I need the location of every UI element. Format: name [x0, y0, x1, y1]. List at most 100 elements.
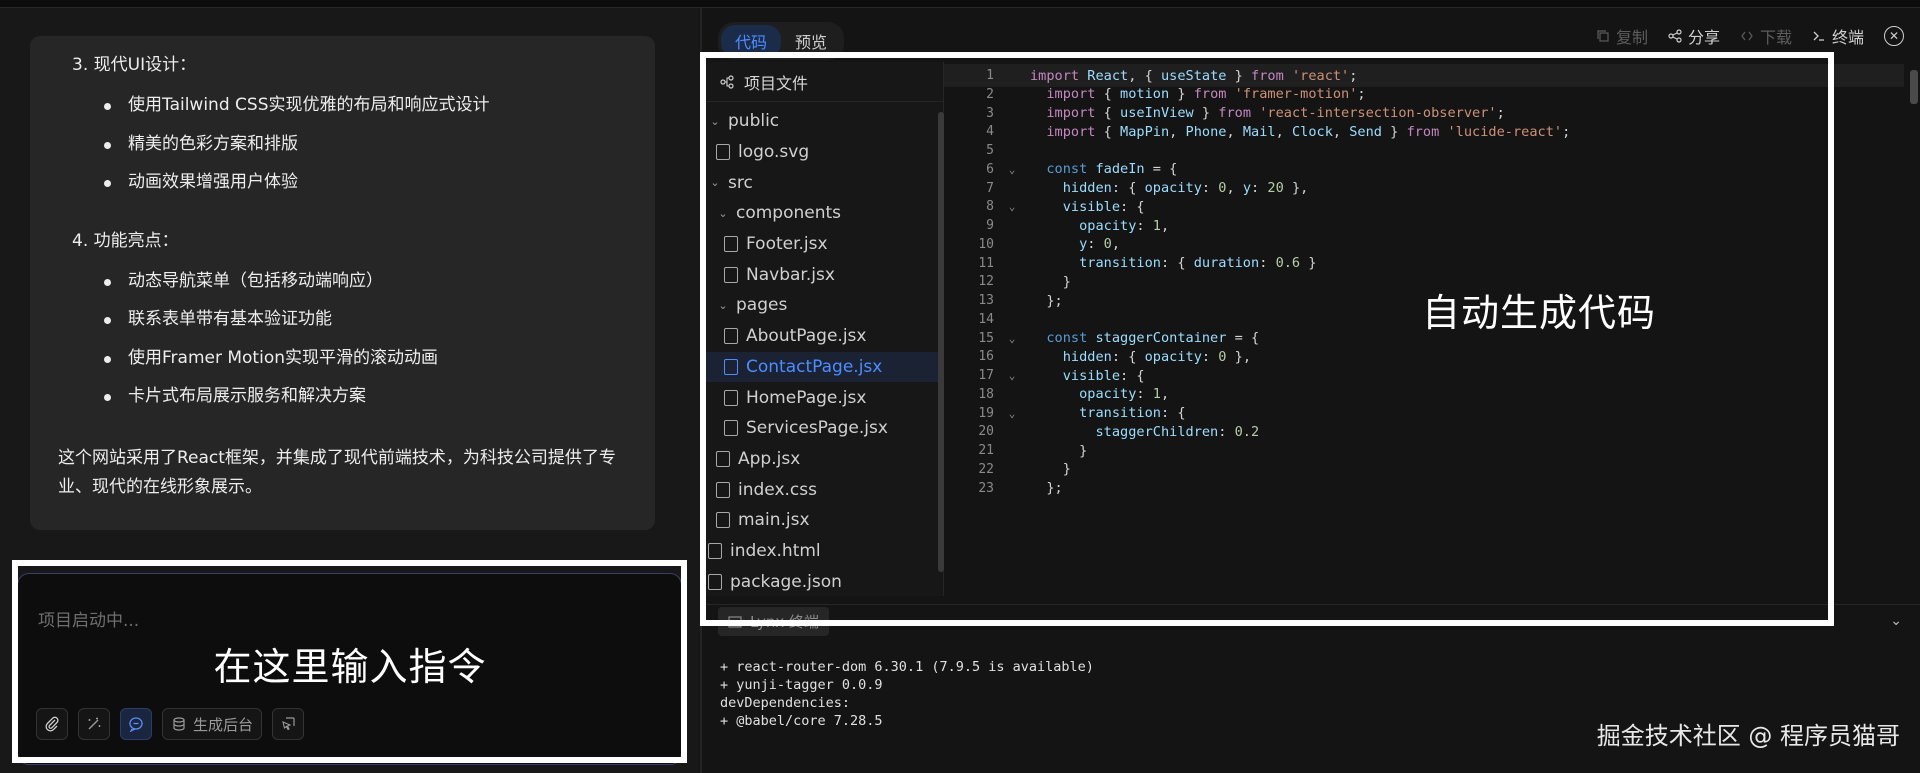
line-number: 22: [978, 461, 994, 477]
terminal-icon: [1813, 31, 1824, 41]
file-tree-label: App.jsx: [738, 448, 801, 469]
code-text: hidden: { opacity: 0, y: 20 },: [1062, 180, 1309, 196]
close-icon[interactable]: ✕: [1884, 26, 1904, 46]
file-item[interactable]: App.jsx: [702, 444, 943, 475]
code-text: }: [1030, 273, 1071, 290]
line-number: 12: [978, 274, 994, 290]
code-text: transition: { duration: 0.6 }: [1079, 255, 1317, 271]
list-item: 使用Framer Motion实现平滑的滚动动画: [58, 347, 627, 386]
annotation-label-input: 在这里输入指令: [213, 645, 487, 689]
file-item[interactable]: package.json: [702, 566, 943, 597]
fold-chevron-icon[interactable]: ⌄: [994, 332, 1030, 345]
code-text: };: [1030, 480, 1063, 496]
terminal-button[interactable]: 终端: [1812, 24, 1864, 48]
line-number: 11: [978, 255, 994, 271]
copy-button[interactable]: 复制: [1596, 24, 1648, 48]
fold-chevron-icon[interactable]: ⌄: [994, 407, 1030, 420]
terminal-tab-label: Lynx 终端: [750, 613, 820, 631]
file-icon: [716, 481, 730, 498]
list-item: 动画效果增强用户体验: [58, 171, 627, 210]
file-tree-title: 项目文件: [744, 73, 809, 93]
file-item[interactable]: Footer.jsx: [702, 229, 943, 260]
list-item: 动态导航菜单（包括移动端响应）: [58, 270, 627, 309]
line-number: 9: [986, 218, 994, 233]
tab-preview[interactable]: 预览: [781, 25, 841, 57]
terminal-line: + @babel/core 7.28.5: [720, 713, 883, 729]
line-number: 14: [978, 311, 994, 327]
file-icon: [724, 358, 738, 375]
file-item[interactable]: main.jsx: [702, 505, 943, 536]
chat-bubble-icon: [129, 717, 143, 732]
folder-item[interactable]: ⌄ components: [702, 198, 943, 229]
list-item: 精美的色彩方案和排版: [58, 133, 627, 172]
file-icon: [724, 389, 738, 406]
file-item[interactable]: logo.svg: [702, 137, 943, 168]
file-item[interactable]: index.html: [702, 536, 943, 567]
file-icon: [724, 266, 738, 283]
chevron-down-icon[interactable]: ⌄: [1890, 613, 1902, 629]
window-top-border: [0, 0, 1920, 8]
code-text: }: [1030, 442, 1088, 459]
attach-button[interactable]: [36, 708, 68, 740]
share-button[interactable]: 分享: [1668, 24, 1720, 48]
file-tree-label: Navbar.jsx: [746, 264, 835, 285]
generate-backend-button[interactable]: 生成后台: [162, 708, 263, 740]
folder-item[interactable]: ⌄ public: [702, 106, 943, 137]
workspace-panel: 代码 预览 复制 分享 下载 终端 ✕ 项目文件 ⌄ public logo.svg…: [702, 8, 1920, 773]
file-tree-label: HomePage.jsx: [746, 387, 867, 408]
file-tree-header: 项目文件: [702, 62, 943, 102]
input-toolbar: 生成后台: [36, 708, 305, 740]
editor-scrollbar[interactable]: [1910, 70, 1918, 104]
paperclip-icon: [45, 716, 59, 732]
file-item[interactable]: ContactPage.jsx: [702, 351, 943, 383]
line-number: 20: [978, 424, 994, 440]
line-number: 6: [986, 161, 994, 177]
file-tree-label: pages: [736, 295, 788, 316]
tab-code[interactable]: 代码: [721, 25, 782, 57]
share-icon: [1668, 29, 1682, 43]
file-tree-label: logo.svg: [738, 142, 810, 163]
folder-item[interactable]: ⌄ src: [702, 167, 943, 198]
database-icon: [173, 717, 185, 731]
folder-item[interactable]: ⌄ pages: [702, 290, 943, 321]
line-number: 21: [978, 443, 994, 458]
code-text: }: [1030, 461, 1071, 478]
fold-chevron-icon[interactable]: ⌄: [994, 163, 1030, 176]
file-item[interactable]: AboutPage.jsx: [702, 321, 943, 352]
file-item[interactable]: HomePage.jsx: [702, 382, 943, 413]
assistant-message: 3. 现代UI设计： 使用Tailwind CSS实现优雅的布局和响应式设计 精…: [30, 36, 655, 530]
magic-wand-icon: [88, 717, 101, 730]
terminal-header: Lynx 终端 ⌄: [702, 604, 1920, 640]
file-tree-label: ContactPage.jsx: [746, 356, 883, 377]
code-text: transition: {: [1079, 405, 1186, 421]
download-button[interactable]: 下载: [1740, 24, 1792, 48]
file-tree-label: ServicesPage.jsx: [746, 418, 888, 439]
code-text: hidden: { opacity: 0 },: [1062, 348, 1252, 365]
code-line[interactable]: 23 };: [944, 477, 1904, 500]
input-placeholder: 项目启动中...: [38, 611, 140, 631]
terminal-tab[interactable]: Lynx 终端: [718, 607, 830, 636]
terminal-line: + react-router-dom 6.30.1 (7.9.5 is avai…: [720, 659, 1094, 675]
file-item[interactable]: Navbar.jsx: [702, 259, 943, 290]
file-icon: [716, 144, 730, 161]
fold-chevron-icon[interactable]: ⌄: [994, 200, 1030, 213]
file-tree-label: index.css: [738, 479, 817, 500]
line-number: 15: [978, 330, 994, 346]
chat-mode-button[interactable]: [120, 708, 152, 740]
file-tree-items: ⌄ public logo.svg ⌄ src ⌄ components Footer.jsx…: [702, 102, 943, 597]
copy-label: 复制: [1615, 28, 1648, 47]
file-item[interactable]: index.css: [702, 474, 943, 505]
magic-wand-button[interactable]: [78, 708, 110, 740]
file-icon: [716, 450, 730, 467]
select-element-button[interactable]: [272, 708, 305, 740]
code-icon: [1741, 31, 1753, 41]
terminal-window-icon: [728, 615, 742, 628]
code-text: const fadeIn = {: [1046, 161, 1178, 178]
feature-list: 动态导航菜单（包括移动端响应） 联系表单带有基本验证功能 使用Framer Mo…: [58, 270, 627, 424]
cursor-select-icon: [282, 717, 295, 731]
file-tree-label: components: [736, 203, 842, 224]
code-text: staggerChildren: 0.2: [1095, 423, 1260, 440]
file-item[interactable]: ServicesPage.jsx: [702, 413, 943, 444]
fold-chevron-icon[interactable]: ⌄: [994, 369, 1030, 382]
code-text: import { MapPin, Phone, Mail, Clock, Sen…: [1046, 123, 1571, 140]
